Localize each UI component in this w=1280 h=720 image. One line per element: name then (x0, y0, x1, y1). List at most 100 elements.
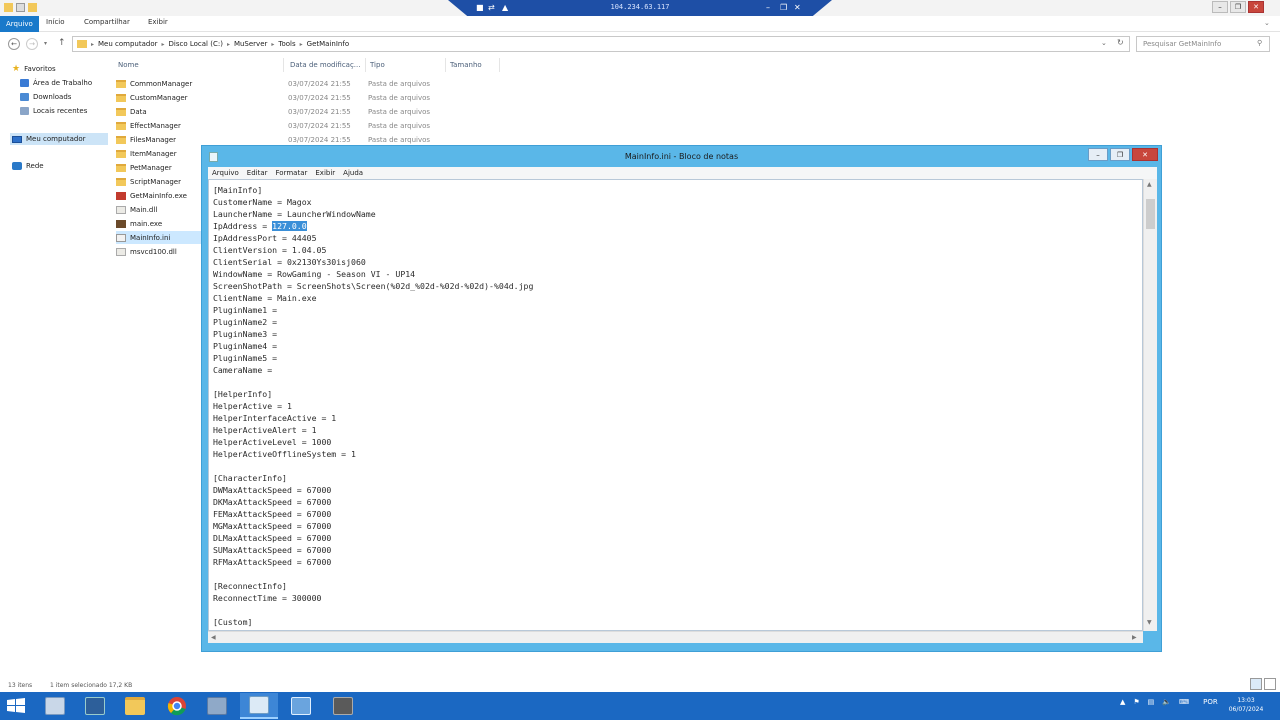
close-button[interactable]: ✕ (1248, 1, 1264, 13)
expand-ribbon-icon[interactable]: ⌄ (1264, 19, 1270, 27)
menu-arquivo[interactable]: Arquivo (212, 169, 239, 177)
file-row[interactable]: CustomManager 03/07/2024 21:55 Pasta de ar… (116, 91, 476, 104)
tab-compartilhar[interactable]: Compartilhar (84, 18, 130, 26)
text-line: PluginName2 = (213, 317, 278, 327)
text-line: HelperInterfaceActive = 1 (213, 413, 337, 423)
restore-icon[interactable]: ❐ (780, 3, 787, 12)
item-count: 13 itens (8, 682, 33, 689)
taskbar-file-explorer[interactable] (116, 693, 154, 719)
properties-icon[interactable] (16, 3, 25, 12)
forward-button[interactable]: → (26, 38, 38, 50)
breadcrumb-computer[interactable]: Meu computador (98, 40, 157, 48)
volume-icon[interactable]: 🔈 (1162, 698, 1171, 706)
nav-downloads[interactable]: Downloads (20, 93, 71, 101)
menu-formatar[interactable]: Formatar (276, 169, 308, 177)
notepad-minimize-button[interactable]: – (1088, 148, 1108, 161)
breadcrumb-getmaininfo[interactable]: GetMainInfo (307, 40, 349, 48)
text-line: CustomerName = Magox (213, 197, 312, 207)
column-date[interactable]: Data de modificaç... (286, 58, 366, 72)
nav-computer[interactable]: Meu computador (10, 133, 108, 145)
column-name[interactable]: Nome (114, 58, 284, 72)
file-row[interactable]: EffectManager 03/07/2024 21:55 Pasta de ar… (116, 119, 476, 132)
windows-logo-icon[interactable] (4, 696, 28, 716)
nav-network-label: Rede (26, 162, 44, 170)
taskbar-package-tool[interactable] (324, 693, 362, 719)
close-icon[interactable]: ✕ (794, 3, 801, 12)
notepad-maximize-button[interactable]: ❐ (1110, 148, 1130, 161)
text-line: ClientSerial = 0x2130Ys30isj060 (213, 257, 366, 267)
taskbar-notepad[interactable] (240, 693, 278, 719)
chevron-right-icon: ▸ (161, 40, 165, 48)
refresh-icon[interactable]: ↻ (1117, 38, 1124, 47)
address-bar[interactable]: ▸ Meu computador ▸ Disco Local (C:) ▸ Mu… (72, 36, 1130, 52)
up-arrow-icon[interactable]: ↑ (58, 38, 66, 48)
nav-computer-label: Meu computador (26, 135, 86, 143)
notepad-close-button[interactable]: ✕ (1132, 148, 1158, 161)
tab-arquivo[interactable]: Arquivo (0, 16, 39, 32)
file-name: Data (130, 107, 147, 116)
notepad-text-area[interactable]: [MainInfo] CustomerName = Magox Launcher… (208, 179, 1143, 631)
search-icon[interactable]: ⚲ (1257, 39, 1262, 47)
text-line: CameraName = (213, 365, 273, 375)
taskbar-chrome[interactable] (158, 693, 196, 719)
menu-editar[interactable]: Editar (247, 169, 268, 177)
recent-places-icon (20, 107, 29, 115)
keyboard-icon[interactable]: ⌨ (1179, 698, 1189, 706)
chevron-right-icon: ▸ (226, 40, 230, 48)
scroll-thumb[interactable] (1146, 199, 1155, 229)
show-hidden-icons-icon[interactable]: ▲ (1120, 698, 1125, 706)
scroll-left-icon[interactable]: ◀ (211, 634, 216, 641)
nav-recent[interactable]: Locais recentes (20, 107, 87, 115)
scroll-down-icon[interactable]: ▼ (1147, 619, 1152, 626)
file-name: CustomManager (130, 93, 188, 102)
taskbar-powershell[interactable] (76, 693, 114, 719)
breadcrumb-muserver[interactable]: MuServer (234, 40, 267, 48)
recent-locations-icon[interactable]: ▾ (44, 40, 47, 47)
network-status-icon[interactable]: ▤ (1148, 698, 1155, 706)
nav-favorites[interactable]: ★ Favoritos (12, 64, 56, 74)
breadcrumb-drive[interactable]: Disco Local (C:) (169, 40, 223, 48)
package-icon (333, 697, 353, 715)
menu-exibir[interactable]: Exibir (315, 169, 335, 177)
file-type: Pasta de arquivos (368, 93, 431, 102)
text-line: HelperActiveOfflineSystem = 1 (213, 449, 356, 459)
horizontal-scrollbar[interactable]: ◀ ▶ (208, 631, 1143, 643)
nav-desktop[interactable]: Área de Trabalho (20, 79, 92, 87)
taskbar-server-manager[interactable] (36, 693, 74, 719)
file-row[interactable]: CommonManager 03/07/2024 21:55 Pasta de ar… (116, 77, 476, 90)
clock-date: 06/07/2024 (1228, 706, 1264, 713)
folder-icon[interactable] (4, 3, 13, 12)
large-icons-view-button[interactable] (1264, 678, 1276, 690)
folder-icon (116, 135, 126, 144)
tab-exibir[interactable]: Exibir (148, 18, 168, 26)
menu-ajuda[interactable]: Ajuda (343, 169, 363, 177)
scroll-right-icon[interactable]: ▶ (1132, 634, 1137, 641)
tab-inicio[interactable]: Início (46, 18, 65, 26)
search-input[interactable]: Pesquisar GetMainInfo ⚲ (1136, 36, 1270, 52)
address-row: ← → ▾ ↑ ▸ Meu computador ▸ Disco Local (… (0, 34, 1280, 54)
dropdown-icon[interactable]: ⌄ (1101, 39, 1107, 47)
maximize-button[interactable]: ❐ (1230, 1, 1246, 13)
file-row[interactable]: Data 03/07/2024 21:55 Pasta de arquivos (116, 105, 476, 118)
file-date: 03/07/2024 21:55 (288, 107, 351, 116)
network-tool-icon (207, 697, 227, 715)
back-button[interactable]: ← (8, 38, 20, 50)
new-folder-icon[interactable] (28, 3, 37, 12)
scroll-up-icon[interactable]: ▲ (1147, 181, 1152, 188)
clock[interactable]: 13:03 06/07/2024 (1216, 696, 1276, 714)
taskbar-network-tool[interactable] (198, 693, 236, 719)
column-size[interactable]: Tamanho (446, 58, 500, 72)
text-line: HelperActiveLevel = 1000 (213, 437, 332, 447)
nav-network[interactable]: Rede (12, 162, 44, 170)
minimize-button[interactable]: – (1212, 1, 1228, 13)
nav-desktop-label: Área de Trabalho (33, 79, 93, 87)
breadcrumb-tools[interactable]: Tools (278, 40, 295, 48)
vertical-scrollbar[interactable]: ▲ ▼ (1143, 179, 1157, 631)
column-type[interactable]: Tipo (366, 58, 446, 72)
action-center-icon[interactable]: ⚑ (1133, 698, 1139, 706)
file-type: Pasta de arquivos (368, 121, 431, 130)
details-view-button[interactable] (1250, 678, 1262, 690)
taskbar-remote-desktop[interactable] (282, 693, 320, 719)
minimize-icon[interactable]: – (766, 3, 770, 12)
text-line: DWMaxAttackSpeed = 67000 (213, 485, 332, 495)
